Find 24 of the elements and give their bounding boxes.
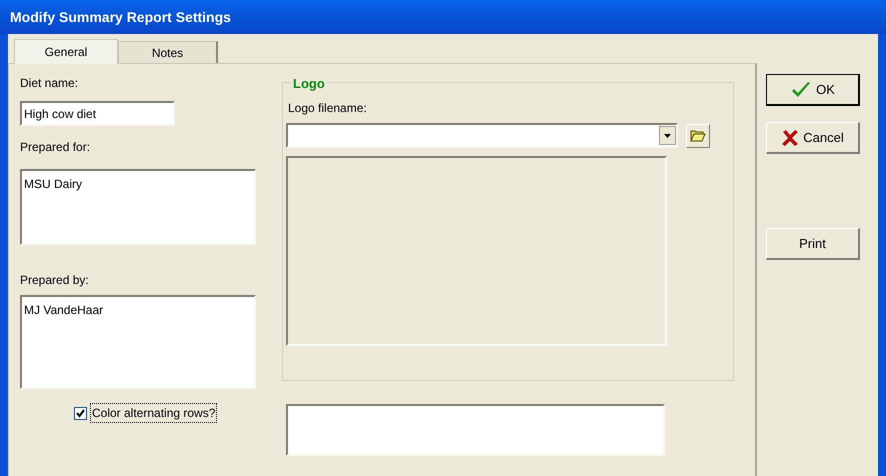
checkbox-label[interactable]: Color alternating rows? [90, 403, 218, 423]
print-button[interactable]: Print [766, 228, 860, 260]
field-label: Prepared for: [20, 139, 92, 156]
folder-icon [690, 129, 706, 142]
checkmark-icon [76, 408, 85, 418]
checkbox[interactable] [74, 406, 87, 420]
checkmark-icon [790, 80, 812, 98]
browse-button[interactable] [686, 124, 710, 148]
ok-button[interactable]: OK [766, 74, 860, 106]
field-label: Prepared by: [20, 272, 90, 289]
tab[interactable]: General [14, 39, 118, 64]
input-field[interactable] [286, 404, 665, 456]
input-field[interactable]: High cow diet [20, 101, 175, 126]
tab[interactable]: Notes [118, 41, 218, 63]
field-label: Logo filename: [288, 100, 368, 117]
filename-dropdown[interactable] [286, 123, 678, 148]
field-label: Diet name: [20, 75, 80, 92]
x-icon [781, 128, 800, 146]
text-area[interactable]: MSU Dairy [20, 169, 256, 245]
window-title: Modify Summary Report Settings [10, 8, 231, 27]
dropdown-arrow-button[interactable] [659, 126, 676, 145]
cancel-button[interactable]: Cancel [766, 122, 860, 154]
text-area[interactable]: MJ VandeHaar [20, 295, 256, 389]
caret-icon [664, 134, 671, 138]
